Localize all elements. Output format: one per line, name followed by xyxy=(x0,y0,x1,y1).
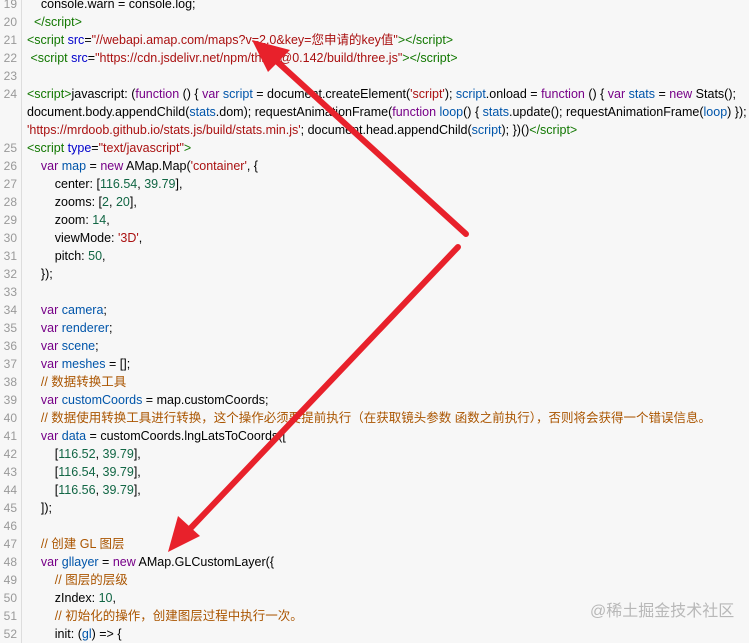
annotation-arrows xyxy=(168,40,469,552)
arrow-to-script-url xyxy=(269,54,469,237)
arrow-to-glcustomlayer xyxy=(184,244,461,535)
watermark: @稀土掘金技术社区 xyxy=(590,603,735,620)
